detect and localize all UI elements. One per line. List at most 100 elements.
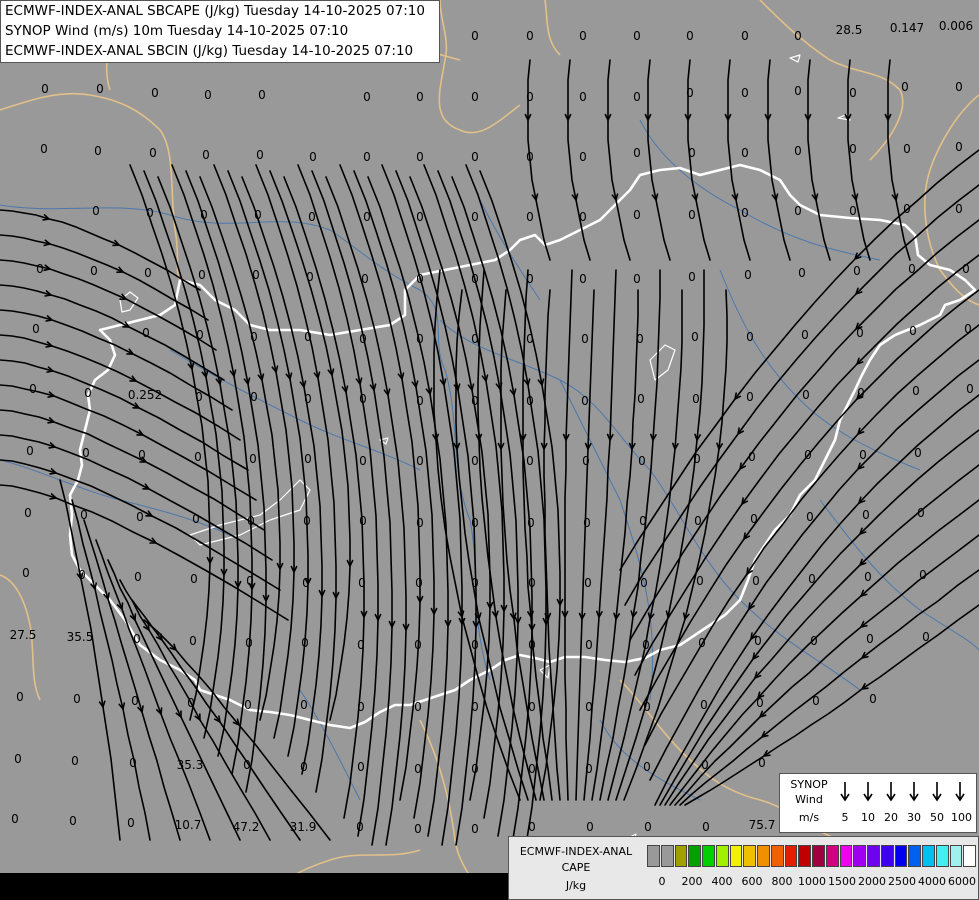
sbcin-value-label: 0 (245, 636, 253, 650)
sbcin-value-label: 0 (11, 812, 19, 826)
wind-legend-arrows (840, 782, 965, 802)
cape-color-swatch (784, 845, 798, 867)
sbcin-value-label: 0 (24, 506, 32, 520)
sbcin-value-label: 0 (471, 638, 479, 652)
sbcin-value-label: 0 (694, 514, 702, 528)
cape-scale-label: 600 (741, 875, 763, 888)
sbcin-value-label: 0 (754, 634, 762, 648)
sbcin-value-label: 0 (471, 700, 479, 714)
sbcin-value-label: 0 (919, 568, 927, 582)
sbcin-value-label: 0 (202, 148, 210, 162)
sbcin-value-label: 0 (359, 454, 367, 468)
sbcin-value-label: 0 (802, 388, 810, 402)
sbcin-value-label: 0 (746, 330, 754, 344)
sbcin-value-label: 0 (304, 452, 312, 466)
wind-legend: SYNOP Wind m/s 5 10 20 30 50 100 (779, 773, 977, 833)
sbcin-value-label: 0 (856, 326, 864, 340)
sbcin-value-label: 0 (359, 332, 367, 346)
sbcin-value-label: 0 (526, 90, 534, 104)
sbcin-value-label: 0 (794, 144, 802, 158)
sbcin-value-label: 0 (127, 816, 135, 830)
sbcin-value-label: 0 (688, 270, 696, 284)
sbcin-value-label: 0 (357, 638, 365, 652)
sbcin-value-label: 0 (16, 690, 24, 704)
wind-arrow-icon (886, 782, 896, 802)
wind-legend-speeds: 5 10 20 30 50 100 (836, 811, 976, 827)
cape-color-swatch (922, 845, 935, 867)
sbcin-value-label: 0 (471, 272, 479, 286)
sbcin-value-label: 0 (195, 390, 203, 404)
sbcin-value-label: 0 (859, 448, 867, 462)
sbcin-value-label: 0 (909, 324, 917, 338)
sbcin-value-label: 0 (304, 330, 312, 344)
sbcin-value-label: 0 (640, 576, 648, 590)
sbcin-value-label: 0 (414, 700, 422, 714)
sbcin-value-label: 0 (585, 638, 593, 652)
sbcin-value-label: 0 (633, 272, 641, 286)
sbcin-value-label: 0 (741, 146, 749, 160)
sbcin-value-label: 0 (358, 576, 366, 590)
sbcin-value-label: 0 (914, 446, 922, 460)
sbcin-value-label: 0 (741, 206, 749, 220)
sbcin-value-label: 0 (14, 752, 22, 766)
sbcin-value-label: 0 (29, 382, 37, 396)
cape-color-swatch (880, 845, 894, 867)
sbcin-value-label: 0 (250, 390, 258, 404)
sbcin-value-label: 0 (686, 86, 694, 100)
sbcin-value-label: 0 (526, 29, 534, 43)
sbcin-value-label: 0 (644, 820, 652, 834)
sbcin-value-label: 0 (794, 84, 802, 98)
sbcin-value-label: 0 (256, 148, 264, 162)
sbcin-value-label: 0 (794, 29, 802, 43)
sbcin-value-label: 0 (527, 516, 535, 530)
sbcin-value-label: 0 (300, 760, 308, 774)
cape-color-scale (647, 845, 977, 867)
sbcin-value-label: 0 (700, 698, 708, 712)
sbcin-value-label: 0 (528, 576, 536, 590)
sbcin-value-label: 0 (151, 86, 159, 100)
sbcin-value-label: 0 (642, 638, 650, 652)
sbcin-value-label: 0 (471, 29, 479, 43)
cape-legend: ECMWF-INDEX-ANAL CAPE J/kg 0 200 400 600 800… (508, 836, 979, 900)
sbcin-value-label: 0 (579, 29, 587, 43)
sbcin-value-label: 0 (82, 446, 90, 460)
wind-legend-speed: 100 (951, 811, 972, 824)
wind-legend-speed: 30 (907, 811, 921, 824)
sbcin-value-label: 47.2 (233, 820, 260, 834)
sbcin-value-label: 0 (912, 384, 920, 398)
cape-color-swatch (715, 845, 729, 867)
sbcin-value-label: 0 (306, 270, 314, 284)
cape-color-swatch (798, 845, 811, 867)
sbcin-value-label: 0 (471, 762, 479, 776)
sbcin-value-label: 0 (526, 272, 534, 286)
sbcin-value-label: 0 (416, 150, 424, 164)
sbcin-value-label: 0 (853, 264, 861, 278)
weather-map: 0 0 0 0 0 0 0 0 0 0 0 0 0 0 0 0 00 0 0 0 0 0 0 28.5 0.147 0.0060 0… (0, 0, 979, 900)
sbcin-value-label: 0 (866, 632, 874, 646)
sbcin-value-label: 0 (96, 82, 104, 96)
sbcin-value-label: 0 (187, 696, 195, 710)
cape-scale-label: 400 (711, 875, 733, 888)
sbcin-value-label: 0 (243, 758, 251, 772)
wind-arrow-icon (863, 782, 873, 802)
sbcin-value-label: 0 (962, 262, 970, 276)
sbcin-value-label: 0 (741, 29, 749, 43)
sbcin-value-label: 0 (90, 264, 98, 278)
sbcin-value-label: 0 (693, 452, 701, 466)
sbcin-value-label: 0 (308, 210, 316, 224)
sbcin-value-label: 0 (471, 394, 479, 408)
sbcin-value-label: 0 (862, 508, 870, 522)
cape-color-swatch (908, 845, 921, 867)
sbcin-value-label: 0 (579, 272, 587, 286)
sbcin-value-label: 0 (471, 90, 479, 104)
sbcin-value-label: 0 (471, 150, 479, 164)
sbcin-value-label: 0 (756, 696, 764, 710)
sbcin-value-label: 0 (92, 204, 100, 218)
sbcin-value-label: 0 (258, 88, 266, 102)
sbcin-value-label: 0 (849, 204, 857, 218)
title-sbcin: ECMWF-INDEX-ANAL SBCIN (J/kg) Tuesday 14… (5, 43, 414, 59)
cape-color-swatch (839, 845, 853, 867)
sbcin-value-label: 0 (583, 516, 591, 530)
sbcin-value-label: 35.5 (67, 630, 94, 644)
sbcin-value-label: 0 (585, 762, 593, 776)
